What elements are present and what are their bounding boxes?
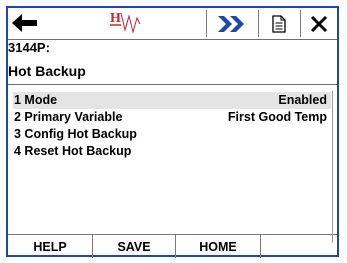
document-button[interactable] [259, 10, 299, 37]
next-button[interactable] [207, 10, 257, 37]
menu-item-value: First Good Temp [227, 110, 327, 124]
toolbar-separator [8, 39, 337, 40]
menu-item-label: 2 Primary Variable [14, 110, 123, 124]
screen-title: Hot Backup [8, 63, 86, 79]
top-toolbar: H [8, 8, 337, 39]
close-x-icon [310, 15, 328, 32]
menu-item-label: 3 Config Hot Backup [14, 127, 137, 141]
help-label: HELP [33, 239, 67, 254]
empty-function-key[interactable] [261, 235, 337, 258]
svg-text:H: H [110, 11, 121, 26]
left-arrow-icon [12, 14, 37, 32]
function-key-bar: HELP SAVE HOME [8, 234, 337, 258]
menu-item-reset-hot-backup[interactable]: 4 Reset Hot Backup [13, 143, 331, 160]
scrollbar[interactable] [332, 91, 333, 243]
device-tag: 3144P: [8, 40, 50, 55]
menu-item-label: 1 Mode [14, 93, 58, 107]
menu-item-value: Enabled [278, 93, 327, 107]
home-label: HOME [199, 239, 237, 254]
document-icon [272, 14, 286, 33]
save-label: SAVE [117, 239, 151, 254]
title-separator [8, 84, 337, 85]
help-button[interactable]: HELP [8, 235, 92, 258]
double-chevron-right-icon [218, 15, 244, 32]
save-button[interactable]: SAVE [93, 235, 175, 258]
screen-frame: H 3144P: Hot Backup 1 Mode Enabled 2 Pri… [6, 6, 339, 258]
menu-item-label: 4 Reset Hot Backup [14, 144, 132, 158]
menu-item-mode[interactable]: 1 Mode Enabled [13, 92, 331, 109]
menu-item-config-hot-backup[interactable]: 3 Config Hot Backup [13, 126, 331, 143]
back-button[interactable] [10, 10, 40, 36]
menu-list: 1 Mode Enabled 2 Primary Variable First … [13, 92, 331, 160]
close-button[interactable] [301, 10, 337, 37]
menu-item-primary-variable[interactable]: 2 Primary Variable First Good Temp [13, 109, 331, 126]
hart-logo-icon: H [109, 10, 141, 36]
home-button[interactable]: HOME [176, 235, 260, 258]
